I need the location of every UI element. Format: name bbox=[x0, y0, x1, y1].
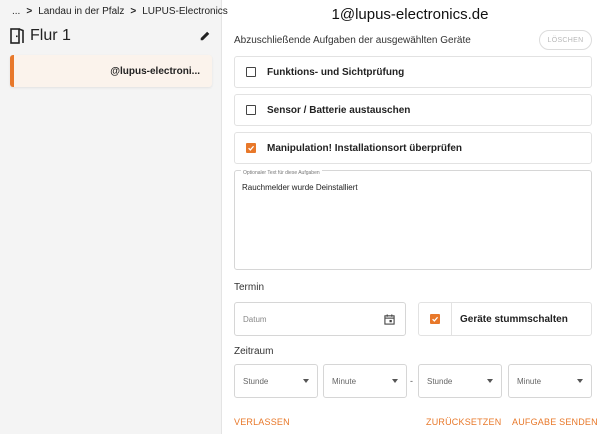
from-minute-value: Minute bbox=[332, 376, 357, 386]
to-hour-select[interactable]: Stunde bbox=[418, 364, 502, 398]
to-minute-select[interactable]: Minute bbox=[508, 364, 592, 398]
to-minute-value: Minute bbox=[517, 376, 542, 386]
sidebar: ... > Landau in der Pfalz > LUPUS-Electr… bbox=[0, 0, 228, 434]
breadcrumb-city[interactable]: Landau in der Pfalz bbox=[38, 6, 124, 17]
chevron-right-icon: > bbox=[130, 6, 137, 17]
range-separator: - bbox=[410, 376, 413, 386]
delete-button[interactable]: LÖSCHEN bbox=[539, 30, 592, 50]
caret-down-icon bbox=[487, 379, 493, 383]
room-title: Flur 1 bbox=[30, 27, 71, 44]
date-placeholder: Datum bbox=[243, 314, 267, 324]
chevron-right-icon: > bbox=[26, 6, 33, 17]
reset-button[interactable]: ZURÜCKSETZEN bbox=[426, 417, 501, 427]
check-icon bbox=[248, 145, 255, 151]
send-task-button[interactable]: AUFGABE SENDEN bbox=[512, 417, 598, 427]
notes-label: Optionaler Text für diese Aufgaben bbox=[241, 170, 322, 176]
task-label: Funktions- und Sichtprüfung bbox=[267, 66, 405, 78]
tasks-heading: Abzuschließende Aufgaben der ausgewählte… bbox=[234, 35, 471, 46]
device-card-label: @lupus-electroni... bbox=[110, 65, 200, 77]
from-minute-select[interactable]: Minute bbox=[323, 364, 407, 398]
task-item[interactable]: Funktions- und Sichtprüfung bbox=[234, 56, 592, 88]
mute-checkbox[interactable] bbox=[430, 314, 440, 324]
device-card-selected[interactable]: @lupus-electroni... bbox=[10, 55, 212, 87]
pencil-icon bbox=[200, 30, 211, 41]
check-icon bbox=[432, 316, 439, 322]
calendar-icon[interactable] bbox=[384, 313, 395, 325]
task-checkbox[interactable] bbox=[246, 67, 256, 77]
divider bbox=[451, 303, 452, 335]
mute-devices-toggle[interactable]: Geräte stummschalten bbox=[418, 302, 592, 336]
page-title: 1@lupus-electronics.de bbox=[331, 6, 489, 23]
notes-value: Rauchmelder wurde Deinstalliert bbox=[242, 183, 358, 192]
breadcrumb-ellipsis[interactable]: ... bbox=[12, 6, 20, 17]
task-label: Manipulation! Installationsort überprüfe… bbox=[267, 142, 462, 154]
notes-textarea[interactable]: Optionaler Text für diese Aufgaben Rauch… bbox=[234, 170, 592, 270]
breadcrumb: ... > Landau in der Pfalz > LUPUS-Electr… bbox=[12, 6, 228, 17]
task-checkbox-checked[interactable] bbox=[246, 143, 256, 153]
termin-label: Termin bbox=[234, 282, 265, 293]
room-header: Flur 1 bbox=[10, 26, 212, 46]
zeitraum-label: Zeitraum bbox=[234, 346, 274, 357]
caret-down-icon bbox=[392, 379, 398, 383]
task-item[interactable]: Manipulation! Installationsort überprüfe… bbox=[234, 132, 592, 164]
to-hour-value: Stunde bbox=[427, 376, 453, 386]
caret-down-icon bbox=[303, 379, 309, 383]
date-input[interactable]: Datum bbox=[234, 302, 406, 336]
task-checkbox[interactable] bbox=[246, 105, 256, 115]
task-item[interactable]: Sensor / Batterie austauschen bbox=[234, 94, 592, 126]
leave-button[interactable]: VERLASSEN bbox=[234, 417, 290, 427]
caret-down-icon bbox=[577, 379, 583, 383]
breadcrumb-company[interactable]: LUPUS-Electronics bbox=[142, 6, 228, 17]
from-hour-value: Stunde bbox=[243, 376, 269, 386]
door-icon bbox=[10, 28, 24, 44]
from-hour-select[interactable]: Stunde bbox=[234, 364, 318, 398]
edit-room-button[interactable] bbox=[198, 29, 212, 43]
mute-label: Geräte stummschalten bbox=[460, 313, 568, 325]
task-label: Sensor / Batterie austauschen bbox=[267, 104, 411, 116]
